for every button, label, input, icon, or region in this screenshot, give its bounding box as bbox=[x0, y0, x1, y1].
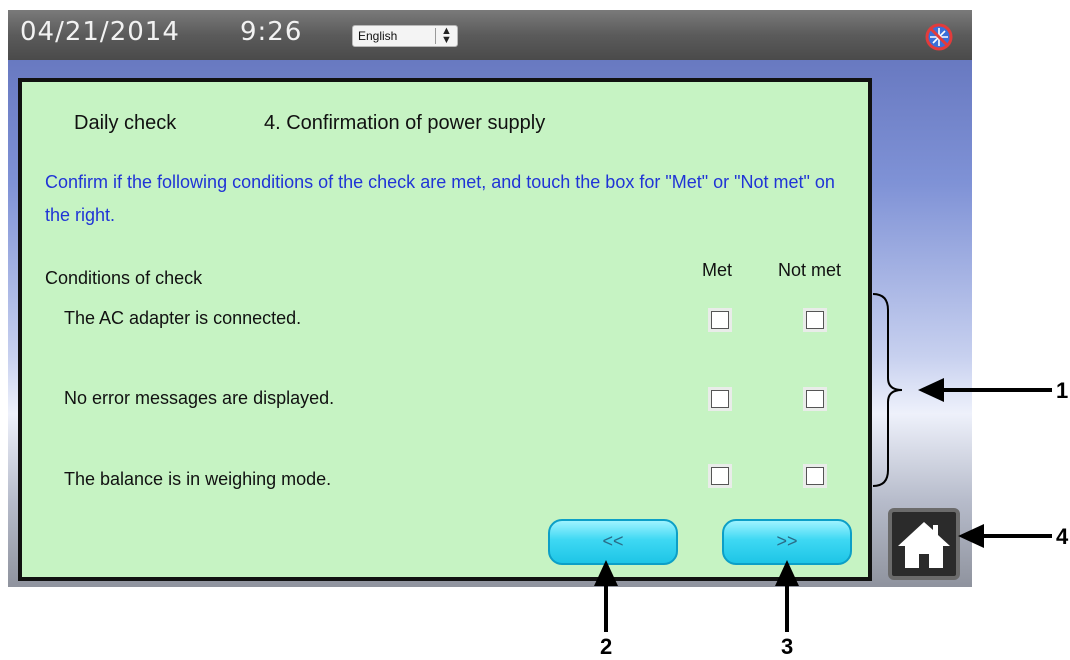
arrow-4-head bbox=[958, 524, 984, 548]
annotation-overlay bbox=[594, 293, 1052, 632]
arrow-1-head bbox=[918, 378, 944, 402]
arrow-3-head bbox=[775, 560, 799, 586]
bracket-line bbox=[872, 293, 903, 487]
arrow-2-head bbox=[594, 560, 618, 586]
annotation-3: 3 bbox=[781, 634, 794, 659]
annotation-2: 2 bbox=[600, 634, 613, 659]
annotation-1: 1 bbox=[1056, 378, 1069, 403]
annotation-4: 4 bbox=[1056, 524, 1069, 549]
